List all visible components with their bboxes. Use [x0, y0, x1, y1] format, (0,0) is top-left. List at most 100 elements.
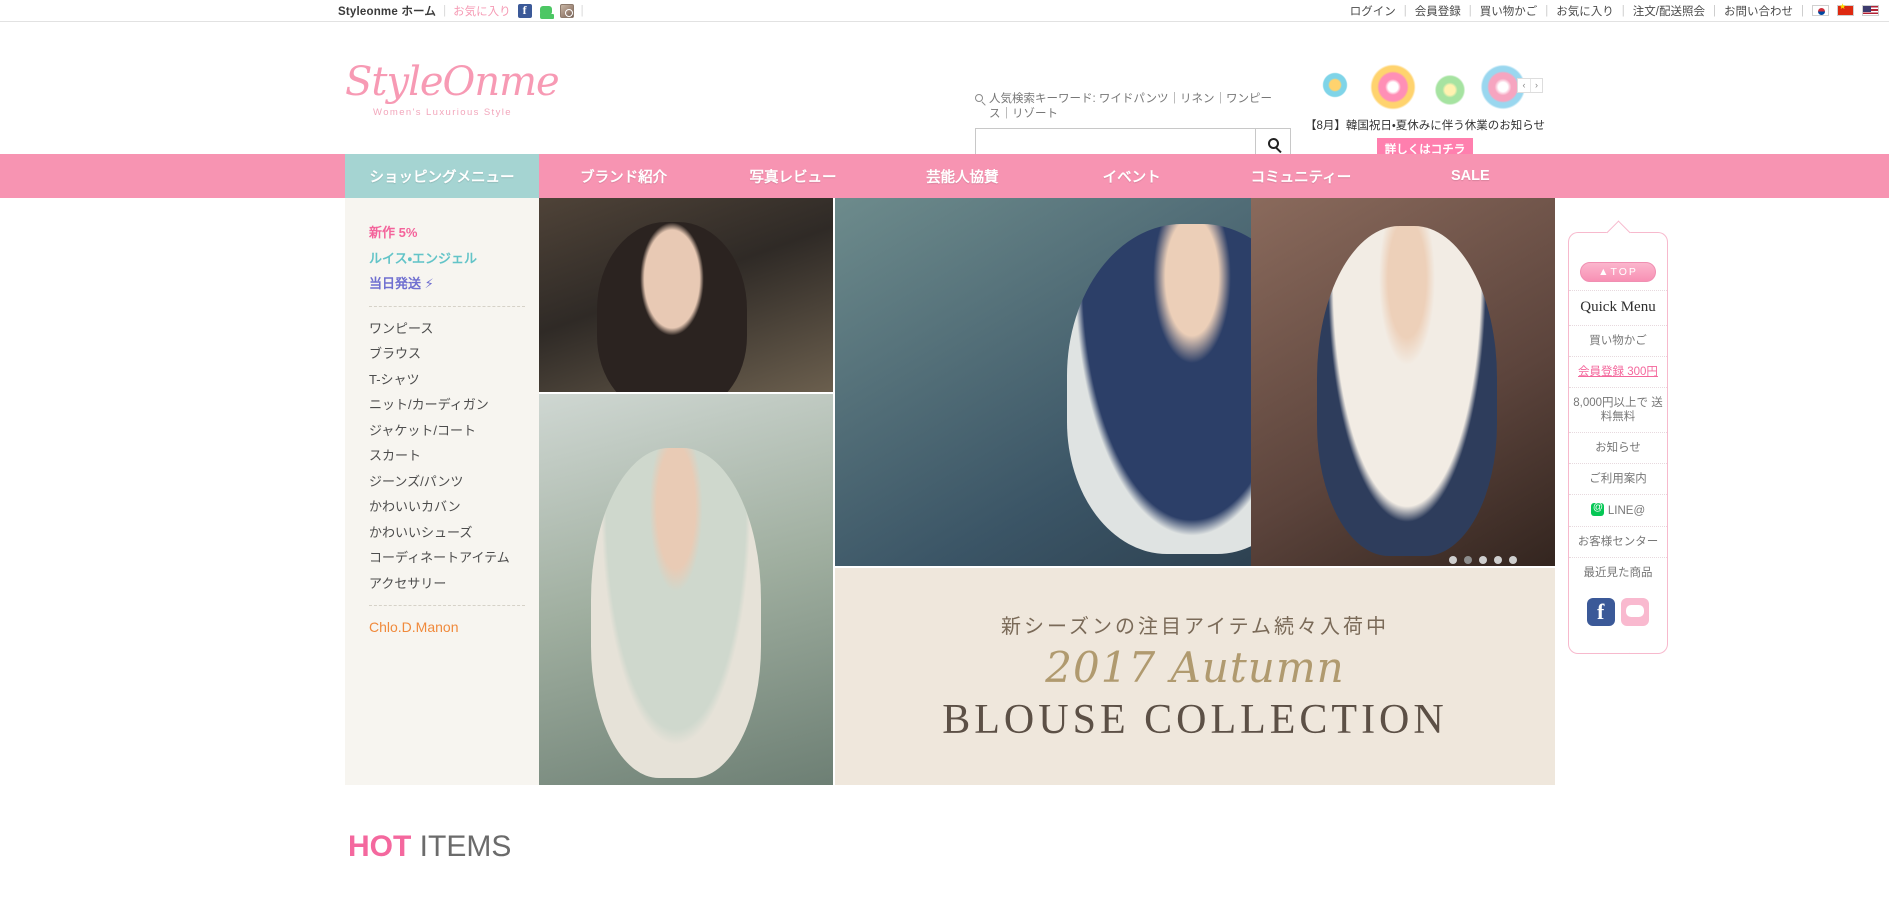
quick-item-customer-center[interactable]: お客様センター [1569, 526, 1667, 557]
separator: | [1403, 4, 1407, 17]
sidebar-item-jeans[interactable]: ジーンズ/パンツ [369, 469, 539, 495]
hot-items-highlight: HOT [348, 830, 412, 863]
favorites-link[interactable]: お気に入り [453, 3, 511, 19]
sidebar-item-shoes[interactable]: かわいいシューズ [369, 520, 539, 546]
quick-item-free-shipping[interactable]: 8,000円以上で 送料無料 [1569, 387, 1667, 432]
order-tracking-link[interactable]: 注文/配送照会 [1633, 3, 1705, 19]
separator: | [1545, 4, 1549, 17]
sidebar-item-skirt[interactable]: スカート [369, 443, 539, 469]
separator: | [580, 4, 584, 17]
nav-items: ブランド紹介 写真レビュー 芸能人協賛 イベント コミュニティー SALE [539, 154, 1555, 198]
line-icon[interactable] [538, 3, 553, 18]
sidebar-divider [369, 605, 525, 606]
login-link[interactable]: ログイン [1350, 3, 1396, 19]
nav-item-photo-review[interactable]: 写真レビュー [708, 166, 877, 187]
separator: | [1468, 4, 1472, 17]
korean-flag-icon[interactable] [1812, 5, 1829, 16]
banner-line-1: 新シーズンの注目アイテム続々入荷中 [1001, 615, 1389, 638]
facebook-icon[interactable] [517, 3, 532, 18]
page-root: Styleonme ホーム | お気に入り | ログイン | 会員登録 | 買い… [0, 0, 1889, 903]
contact-link[interactable]: お問い合わせ [1724, 3, 1793, 19]
promo-slider-arrows: ‹ › [1517, 78, 1543, 93]
sidebar-item-blouse[interactable]: ブラウス [369, 341, 539, 367]
nav-shopping-menu[interactable]: ショッピングメニュー [345, 154, 539, 198]
sidebar-divider [369, 305, 525, 307]
logo-tagline: Women's Luxurious Style [373, 107, 512, 118]
quick-menu-top-notch [1568, 232, 1668, 254]
chinese-flag-icon[interactable] [1837, 2, 1854, 16]
nav-item-community[interactable]: コミュニティー [1216, 166, 1385, 187]
sidebar-item-tshirt[interactable]: T-シャツ [369, 367, 539, 393]
utility-bar: Styleonme ホーム | お気に入り | ログイン | 会員登録 | 買い… [0, 0, 1889, 22]
content-area: 新作 5% ルイス・エンジェル 当日発送 ⚡ ワンピース ブラウス T-シャツ … [345, 198, 1555, 785]
nav-inner: ショッピングメニュー ブランド紹介 写真レビュー 芸能人協賛 イベント コミュニ… [345, 154, 1555, 198]
logo-wordmark: StyleOnme [345, 59, 560, 105]
sidebar-item-jacket[interactable]: ジャケット/コート [369, 418, 539, 444]
home-link[interactable]: Styleonme ホーム [338, 3, 436, 19]
slider-dots [1449, 556, 1517, 564]
prev-arrow-icon[interactable]: ‹ [1518, 79, 1530, 92]
quick-item-recently-viewed[interactable]: 最近見た商品 [1569, 557, 1667, 588]
scroll-to-top-button[interactable]: ▲TOP [1580, 262, 1656, 282]
nav-item-event[interactable]: イベント [1047, 166, 1216, 187]
register-link[interactable]: 会員登録 [1415, 3, 1461, 19]
quick-menu-panel: ▲TOP Quick Menu 買い物かご 会員登録 300円 8,000円以上… [1568, 232, 1668, 654]
quick-item-line-label: LINE@ [1607, 505, 1646, 517]
facebook-icon[interactable] [1587, 598, 1615, 626]
separator: | [1621, 4, 1625, 17]
fireworks-image [1300, 52, 1550, 114]
slider-dot-active[interactable] [1464, 556, 1472, 564]
season-banner[interactable]: 新シーズンの注目アイテム続々入荷中 2017 Autumn BLOUSE COL… [835, 556, 1555, 785]
nav-item-celebrity[interactable]: 芸能人協賛 [878, 166, 1047, 187]
sidebar-item-same-day-shipping[interactable]: 当日発送 ⚡ [369, 271, 539, 297]
slider-dot[interactable] [1494, 556, 1502, 564]
quick-item-notice[interactable]: お知らせ [1569, 432, 1667, 463]
quick-item-register[interactable]: 会員登録 300円 [1569, 356, 1667, 387]
nav-item-sale[interactable]: SALE [1386, 168, 1555, 184]
sidebar-item-knit[interactable]: ニット/カーディガン [369, 392, 539, 418]
quick-menu-social [1569, 588, 1667, 632]
quick-menu-title: Quick Menu [1569, 290, 1667, 325]
site-header: StyleOnme Women's Luxurious Style 人気検索キー… [0, 22, 1889, 160]
sidebar-item-brand-chlodmanon[interactable]: Chlo.D.Manon [369, 615, 539, 641]
popular-keywords-text: 人気検索キーワード: ワイドパンツ｜リネン｜ワンピース｜リゾート [989, 93, 1272, 120]
model-photo-1[interactable] [539, 198, 833, 392]
sidebar-item-coordinate[interactable]: コーディネートアイテム [369, 545, 539, 571]
us-flag-icon[interactable] [1862, 5, 1879, 16]
quick-item-line[interactable]: LINE@ [1569, 494, 1667, 526]
sidebar-item-new-arrivals[interactable]: 新作 5% [369, 220, 539, 246]
slider-dot[interactable] [1509, 556, 1517, 564]
sidebar-item-onepiece[interactable]: ワンピース [369, 316, 539, 342]
promo-notice-text: 【8月】韓国祝日・夏休みに伴う休業のお知らせ [1304, 120, 1546, 132]
sidebar-item-accessory[interactable]: アクセサリー [369, 571, 539, 597]
search-area: 人気検索キーワード: ワイドパンツ｜リネン｜ワンピース｜リゾート [975, 92, 1305, 159]
utility-right-group: ログイン | 会員登録 | 買い物かご | お気に入り | 注文/配送照会 | … [1350, 2, 1879, 19]
sidebar-item-luis-angel[interactable]: ルイス・エンジェル [369, 246, 539, 272]
quick-menu-body: ▲TOP Quick Menu 買い物かご 会員登録 300円 8,000円以上… [1568, 254, 1668, 632]
magnifier-icon [1267, 138, 1279, 149]
separator: | [443, 4, 447, 17]
sidebar-item-bags[interactable]: かわいいカバン [369, 494, 539, 520]
slider-dot[interactable] [1479, 556, 1487, 564]
hot-items-heading: HOT ITEMS [348, 830, 511, 864]
line-icon [1590, 501, 1604, 516]
utility-left-group: Styleonme ホーム | お気に入り | [338, 3, 584, 19]
nav-item-brand[interactable]: ブランド紹介 [539, 166, 708, 187]
popular-keywords: 人気検索キーワード: ワイドパンツ｜リネン｜ワンピース｜リゾート [975, 92, 1275, 122]
separator: | [1713, 4, 1716, 17]
category-sidebar: 新作 5% ルイス・エンジェル 当日発送 ⚡ ワンピース ブラウス T-シャツ … [345, 198, 539, 785]
site-logo[interactable]: StyleOnme Women's Luxurious Style [345, 59, 560, 118]
cart-link[interactable]: 買い物かご [1480, 3, 1538, 19]
line-icon[interactable] [1621, 598, 1649, 626]
model-photo-2[interactable] [539, 394, 833, 785]
favorites-nav-link[interactable]: お気に入り [1556, 3, 1614, 19]
model-photo-3[interactable] [1251, 198, 1555, 566]
banner-line-2: 2017 Autumn [1045, 642, 1345, 692]
main-navigation: ショッピングメニュー ブランド紹介 写真レビュー 芸能人協賛 イベント コミュニ… [0, 154, 1889, 198]
search-icon [975, 94, 983, 102]
instagram-icon[interactable] [559, 3, 574, 18]
quick-item-cart[interactable]: 買い物かご [1569, 325, 1667, 356]
quick-item-guide[interactable]: ご利用案内 [1569, 463, 1667, 494]
slider-dot[interactable] [1449, 556, 1457, 564]
next-arrow-icon[interactable]: › [1530, 79, 1542, 92]
